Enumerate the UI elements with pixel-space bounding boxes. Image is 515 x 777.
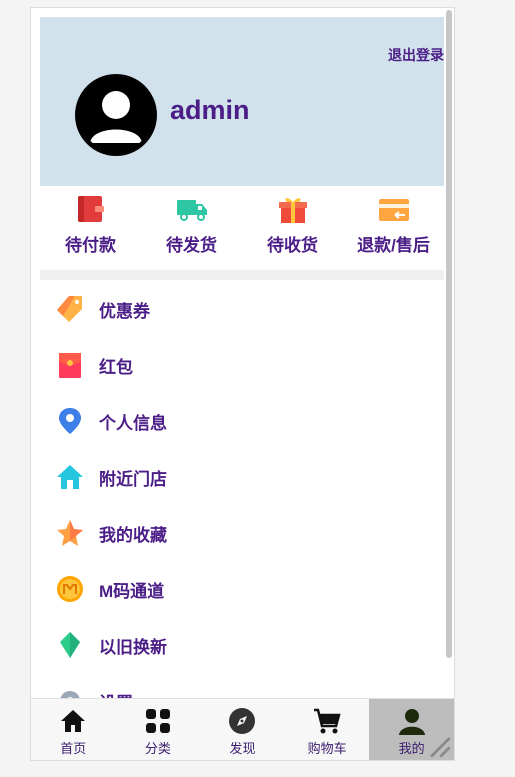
order-label: 待付款: [65, 236, 116, 255]
menu-item-personal-info[interactable]: 个人信息: [40, 393, 444, 449]
menu-label: 优惠券: [99, 301, 150, 321]
avatar[interactable]: [74, 73, 158, 157]
grid-icon: [145, 709, 170, 733]
section-divider: [40, 270, 444, 280]
menu-item-red-envelope[interactable]: 红包: [40, 337, 444, 393]
menu-label: 以旧换新: [99, 637, 167, 657]
tab-cart[interactable]: 购物车: [285, 699, 370, 760]
bottom-tab-bar: 首页 分类 发现 购物车 我的: [31, 698, 454, 760]
coupon-tag-icon: [57, 296, 82, 322]
menu-label: 红包: [99, 357, 133, 377]
tab-label: 首页: [60, 741, 87, 756]
tab-home[interactable]: 首页: [31, 699, 116, 760]
scrollbar[interactable]: [444, 8, 454, 698]
scroll-viewport[interactable]: 退出登录 admin 待付款 待发货 待收货 退款/售后 优惠券 红包 个人信息…: [31, 8, 454, 698]
order-label: 退款/售后: [357, 236, 430, 255]
home-icon: [57, 465, 83, 489]
menu-label: 我的收藏: [99, 525, 167, 545]
menu-label: 设置: [99, 689, 133, 699]
order-pending-receipt[interactable]: 待收货: [242, 186, 343, 268]
menu-item-favorites[interactable]: 我的收藏: [40, 505, 444, 561]
menu-item-trade-in[interactable]: 以旧换新: [40, 617, 444, 673]
home-icon: [61, 710, 86, 732]
menu-item-nearby-stores[interactable]: 附近门店: [40, 449, 444, 505]
menu-item-m-code[interactable]: M码通道: [40, 561, 444, 617]
scrollbar-thumb[interactable]: [446, 10, 452, 658]
menu-label: 个人信息: [99, 413, 167, 433]
tab-category[interactable]: 分类: [116, 699, 201, 760]
resize-grip-icon[interactable]: [424, 731, 452, 759]
menu-item-coupons[interactable]: 优惠券: [40, 281, 444, 337]
menu-label: M码通道: [99, 581, 165, 601]
cart-icon: [314, 708, 341, 734]
truck-icon: [176, 200, 207, 221]
star-icon: [57, 520, 83, 546]
gift-icon: [278, 198, 307, 223]
m-coin-icon: [57, 576, 83, 602]
order-pending-payment[interactable]: 待付款: [40, 186, 141, 268]
logout-button[interactable]: 退出登录: [388, 45, 444, 65]
app-frame: 退出登录 admin 待付款 待发货 待收货 退款/售后 优惠券 红包 个人信息…: [30, 7, 455, 761]
leaf-gem-icon: [60, 632, 80, 658]
refund-card-icon: [378, 199, 409, 221]
tab-label: 发现: [229, 741, 256, 756]
settings-icon: [60, 691, 80, 698]
user-icon: [398, 709, 425, 735]
order-label: 待收货: [267, 236, 318, 255]
order-status-bar: 待付款 待发货 待收货 退款/售后: [40, 186, 444, 268]
compass-icon: [229, 708, 256, 734]
red-envelope-icon: [59, 353, 81, 378]
wallet-icon: [77, 196, 104, 222]
menu-item-settings[interactable]: 设置: [40, 673, 444, 698]
menu-label: 附近门店: [99, 469, 167, 489]
tab-label: 分类: [144, 741, 171, 756]
profile-header: 退出登录 admin: [40, 17, 444, 186]
tab-mine[interactable]: 我的: [369, 699, 454, 760]
order-label: 待发货: [166, 236, 217, 255]
username: admin: [170, 95, 250, 125]
tab-discover[interactable]: 发现: [200, 699, 285, 760]
menu-list: 优惠券 红包 个人信息 附近门店 我的收藏 M码通道 以旧换新: [40, 281, 444, 698]
order-refund-aftersale[interactable]: 退款/售后: [343, 186, 444, 268]
location-pin-icon: [59, 408, 81, 434]
order-pending-shipment[interactable]: 待发货: [141, 186, 242, 268]
tab-label: 购物车: [307, 741, 347, 756]
tab-label: 我的: [398, 741, 425, 756]
